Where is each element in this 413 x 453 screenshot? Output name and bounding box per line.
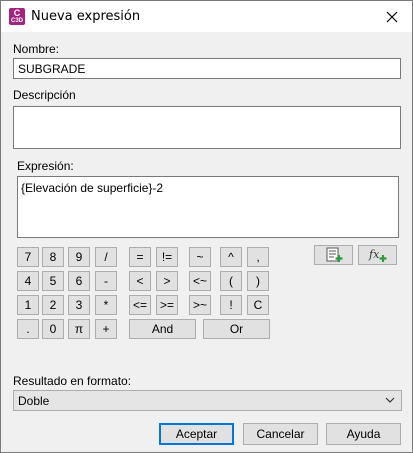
civil3d-app-icon: C C3D <box>9 8 25 25</box>
key-equals[interactable]: = <box>129 247 151 267</box>
key-less-than[interactable]: < <box>129 271 151 291</box>
close-icon <box>386 11 398 22</box>
close-button[interactable] <box>372 1 412 32</box>
key-not[interactable]: ! <box>220 295 242 315</box>
format-select[interactable]: Doble <box>13 390 402 411</box>
key-greater-than[interactable]: > <box>156 271 178 291</box>
key-minus[interactable]: - <box>95 271 117 291</box>
key-less-approx[interactable]: <~ <box>189 271 211 291</box>
expression-value: {Elevación de superficie}-2 <box>21 181 164 195</box>
key-comma[interactable]: , <box>247 247 269 267</box>
key-0[interactable]: 0 <box>42 319 64 339</box>
key-7[interactable]: 7 <box>17 247 39 267</box>
key-pi[interactable]: π <box>68 319 90 339</box>
key-9[interactable]: 9 <box>68 247 90 267</box>
name-label: Nombre: <box>13 42 60 56</box>
name-input[interactable]: SUBGRADE <box>13 58 401 79</box>
key-close-paren[interactable]: ) <box>247 271 269 291</box>
window-title: Nueva expresión <box>31 9 141 24</box>
description-input[interactable] <box>13 106 401 149</box>
insert-property-icon <box>326 247 342 262</box>
help-button[interactable]: Ayuda <box>326 423 401 445</box>
key-power[interactable]: ^ <box>220 247 242 267</box>
key-divide[interactable]: / <box>95 247 117 267</box>
format-value: Doble <box>18 394 50 408</box>
key-2[interactable]: 2 <box>42 295 64 315</box>
chevron-down-icon <box>385 394 395 409</box>
key-clear[interactable]: C <box>247 295 269 315</box>
app-icon-letter: C <box>13 8 21 18</box>
expression-input[interactable]: {Elevación de superficie}-2 <box>17 176 399 238</box>
key-greater-approx[interactable]: >~ <box>189 295 211 315</box>
format-label: Resultado en formato: <box>13 374 132 388</box>
app-icon-subtext: C3D <box>10 18 23 24</box>
key-3[interactable]: 3 <box>68 295 90 315</box>
cancel-button[interactable]: Cancelar <box>243 423 318 445</box>
dialog-window: C C3D Nueva expresión Nombre: SUBGRADE D… <box>0 0 413 453</box>
key-or[interactable]: Or <box>203 319 270 339</box>
key-and[interactable]: And <box>129 319 196 339</box>
name-value: SUBGRADE <box>18 62 86 76</box>
key-5[interactable]: 5 <box>42 271 64 291</box>
key-greater-equal[interactable]: >= <box>156 295 178 315</box>
key-8[interactable]: 8 <box>42 247 64 267</box>
description-label: Descripción <box>13 88 76 102</box>
key-approx[interactable]: ~ <box>189 247 211 267</box>
insert-function-button[interactable]: fx <box>358 245 397 265</box>
key-not-equals[interactable]: != <box>156 247 178 267</box>
expression-label: Expresión: <box>17 159 74 173</box>
svg-text:fx: fx <box>368 248 380 261</box>
key-4[interactable]: 4 <box>17 271 39 291</box>
key-less-equal[interactable]: <= <box>129 295 151 315</box>
insert-function-icon: fx <box>368 248 386 262</box>
insert-property-button[interactable] <box>314 245 353 265</box>
title-bar: C C3D Nueva expresión <box>1 1 412 32</box>
key-1[interactable]: 1 <box>17 295 39 315</box>
key-plus[interactable]: + <box>95 319 117 339</box>
key-open-paren[interactable]: ( <box>220 271 242 291</box>
key-decimal[interactable]: . <box>17 319 39 339</box>
key-6[interactable]: 6 <box>68 271 90 291</box>
accept-button[interactable]: Aceptar <box>159 423 234 445</box>
key-multiply[interactable]: * <box>95 295 117 315</box>
